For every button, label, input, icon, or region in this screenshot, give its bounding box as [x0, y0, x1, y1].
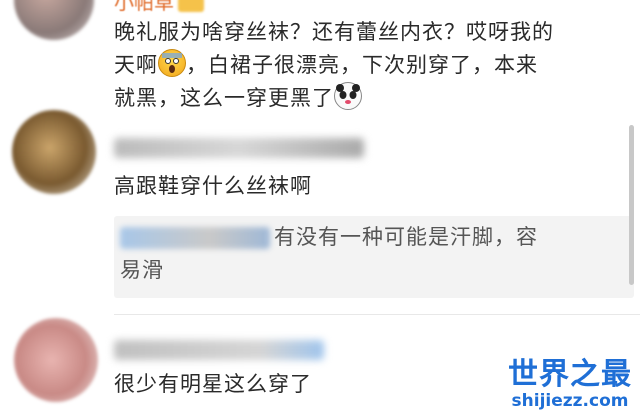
watermark-url: shijiezz.com	[511, 391, 629, 411]
username-text: 小帕草	[114, 0, 174, 14]
panda-emoji-icon	[334, 82, 362, 110]
comment-line: 晚礼服为啥穿丝袜？还有蕾丝内衣？哎呀我的	[114, 20, 554, 44]
comment-text: 晚礼服为啥穿丝袜？还有蕾丝内衣？哎呀我的 天啊 ，白裙子很漂亮，下次别穿了，本来…	[114, 16, 629, 115]
avatar[interactable]	[12, 110, 96, 194]
watermark: 世界之最 shijiezz.com	[508, 349, 632, 411]
watermark-title: 世界之最	[508, 357, 632, 392]
reply-box[interactable]: 有没有一种可能是汗脚，容 易滑	[114, 216, 634, 298]
comment-text: 很少有明星这么穿了	[114, 372, 312, 396]
username-blurred[interactable]	[114, 138, 364, 158]
scrollbar[interactable]	[629, 125, 634, 285]
username[interactable]: 小帕草	[114, 0, 204, 15]
divider	[114, 314, 640, 315]
comment-item: 小帕草 晚礼服为啥穿丝袜？还有蕾丝内衣？哎呀我的 天啊 ，白裙子很漂亮，下次别穿…	[0, 0, 640, 125]
reply-text: 有没有一种可能是汗脚，容 易滑	[120, 221, 620, 287]
avatar[interactable]	[14, 318, 98, 402]
comment-text: 高跟鞋穿什么丝袜啊	[114, 174, 312, 198]
vip-badge	[178, 0, 204, 12]
scream-emoji-icon	[158, 49, 186, 77]
reply-username-blurred[interactable]	[120, 227, 270, 249]
comment-line: 就黑，这么一穿更黑了	[114, 86, 334, 110]
reply-line: 易滑	[120, 258, 164, 282]
reply-line: 有没有一种可能是汗脚，容	[274, 225, 538, 249]
username-blurred[interactable]	[114, 340, 324, 360]
comment-line: ，白裙子很漂亮，下次别穿了，本来	[186, 53, 538, 77]
comment-line: 天啊	[114, 53, 158, 77]
avatar[interactable]	[14, 0, 94, 40]
